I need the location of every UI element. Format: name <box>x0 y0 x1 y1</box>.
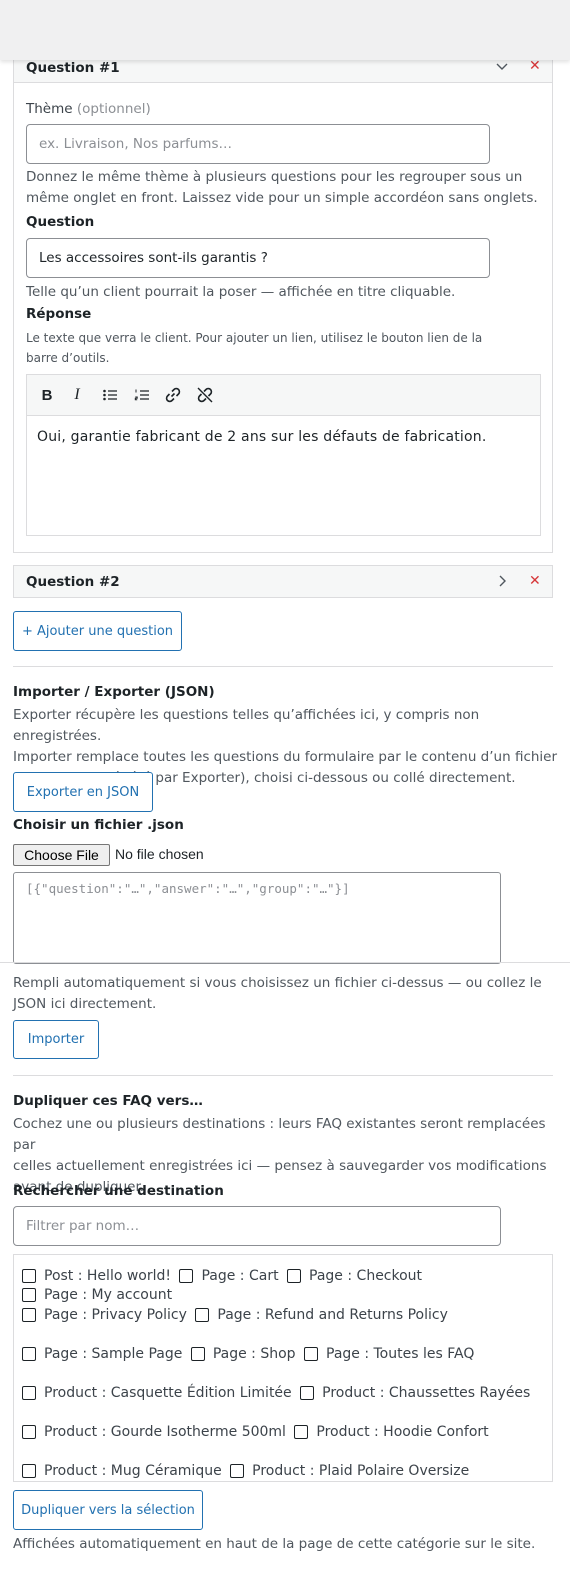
numbered-list-icon[interactable] <box>132 385 152 405</box>
destination-checkbox[interactable]: Page : Privacy Policy <box>22 1307 187 1323</box>
destination-checkbox[interactable]: Product : Chaussettes Rayées <box>300 1385 530 1401</box>
destination-checkbox[interactable]: Page : Shop <box>190 1346 296 1362</box>
theme-help: Donnez le même thème à plusieurs questio… <box>26 169 538 206</box>
add-question-button[interactable]: + Ajouter une question <box>13 611 182 651</box>
divider <box>0 962 570 963</box>
destination-checkbox[interactable]: Page : Checkout <box>287 1268 422 1284</box>
chevron-right-icon[interactable] <box>494 573 510 589</box>
destination-row: Product : Casquette Édition Limitée Prod… <box>22 1385 534 1404</box>
destination-checkbox[interactable]: Page : Cart <box>179 1268 279 1284</box>
chevron-down-icon[interactable] <box>494 58 510 74</box>
destination-checkbox[interactable]: Product : Mug Céramique <box>22 1463 222 1479</box>
answer-help: Le texte que verra le client. Pour ajout… <box>26 331 483 365</box>
json-textarea[interactable]: [{"question":"…","answer":"…","group":"…… <box>13 872 501 964</box>
destination-row: Page : Privacy Policy Page : Refund and … <box>22 1307 452 1326</box>
answer-label: Réponse <box>26 306 92 322</box>
destination-row: Post : Hello world! Page : Cart Page : C… <box>22 1268 552 1306</box>
destination-checkbox[interactable]: Product : Hoodie Confort <box>294 1424 489 1440</box>
question-2-header[interactable]: Question #2 ✕ <box>13 565 553 598</box>
destination-checkbox[interactable]: Page : Refund and Returns Policy <box>195 1307 448 1323</box>
duplicate-button[interactable]: Dupliquer vers la sélection <box>13 1490 203 1530</box>
question-2-title: Question #2 <box>26 574 120 590</box>
bold-icon[interactable]: B <box>37 385 57 405</box>
file-label: Choisir un fichier .json <box>13 817 184 833</box>
destination-checkbox[interactable]: Product : Casquette Édition Limitée <box>22 1385 292 1401</box>
theme-label: Thème (optionnel) <box>26 101 151 117</box>
import-button[interactable]: Importer <box>13 1020 99 1059</box>
bullet-list-icon[interactable] <box>100 385 120 405</box>
destination-checkbox[interactable]: Page : Toutes les FAQ <box>304 1346 474 1362</box>
italic-icon[interactable]: I <box>67 385 87 405</box>
question-help: Telle qu’un client pourrait la poser — a… <box>26 284 456 300</box>
theme-input[interactable]: ex. Livraison, Nos parfums… <box>26 124 490 164</box>
destination-row: Product : Gourde Isotherme 500ml Product… <box>22 1424 493 1443</box>
top-bar <box>0 0 570 60</box>
file-status: No file chosen <box>115 846 204 862</box>
destination-row: Page : Sample Page Page : Shop Page : To… <box>22 1346 478 1365</box>
close-icon[interactable]: ✕ <box>529 573 541 589</box>
destination-checkbox[interactable]: Product : Plaid Polaire Oversize <box>230 1463 469 1479</box>
json-fill-help: Rempli automatiquement si vous choisisse… <box>13 975 542 1012</box>
answer-editor[interactable]: B I Oui, garantie fabricant de 2 ans sur… <box>26 374 541 536</box>
unlink-icon[interactable] <box>195 385 215 405</box>
divider <box>13 1075 553 1076</box>
editor-toolbar: B I <box>27 375 540 416</box>
close-icon[interactable]: ✕ <box>529 58 541 74</box>
choose-file-button[interactable]: Choose File <box>13 844 110 866</box>
answer-content[interactable]: Oui, garantie fabricant de 2 ans sur les… <box>37 429 487 445</box>
destination-row: Product : Mug Céramique Product : Plaid … <box>22 1463 473 1481</box>
duplicate-heading: Dupliquer ces FAQ vers… <box>13 1093 203 1109</box>
destination-search-input[interactable]: Filtrer par nom… <box>13 1206 501 1246</box>
destination-list[interactable]: Post : Hello world! Page : Cart Page : C… <box>13 1254 553 1482</box>
search-destination-label: Rechercher une destination <box>13 1183 224 1199</box>
export-json-button[interactable]: Exporter en JSON <box>13 772 153 812</box>
question-input[interactable]: Les accessoires sont-ils garantis ? <box>26 238 490 278</box>
import-export-heading: Importer / Exporter (JSON) <box>13 684 215 700</box>
question-label: Question <box>26 214 95 230</box>
question-1-title: Question #1 <box>26 60 120 76</box>
destination-checkbox[interactable]: Page : Sample Page <box>22 1346 182 1362</box>
destination-checkbox[interactable]: Product : Gourde Isotherme 500ml <box>22 1424 286 1440</box>
destination-checkbox[interactable]: Post : Hello world! <box>22 1268 171 1284</box>
footer-note: Affichées automatiquement en haut de la … <box>13 1536 536 1552</box>
destination-checkbox[interactable]: Page : My account <box>22 1287 172 1303</box>
divider <box>13 666 553 667</box>
link-icon[interactable] <box>163 385 183 405</box>
